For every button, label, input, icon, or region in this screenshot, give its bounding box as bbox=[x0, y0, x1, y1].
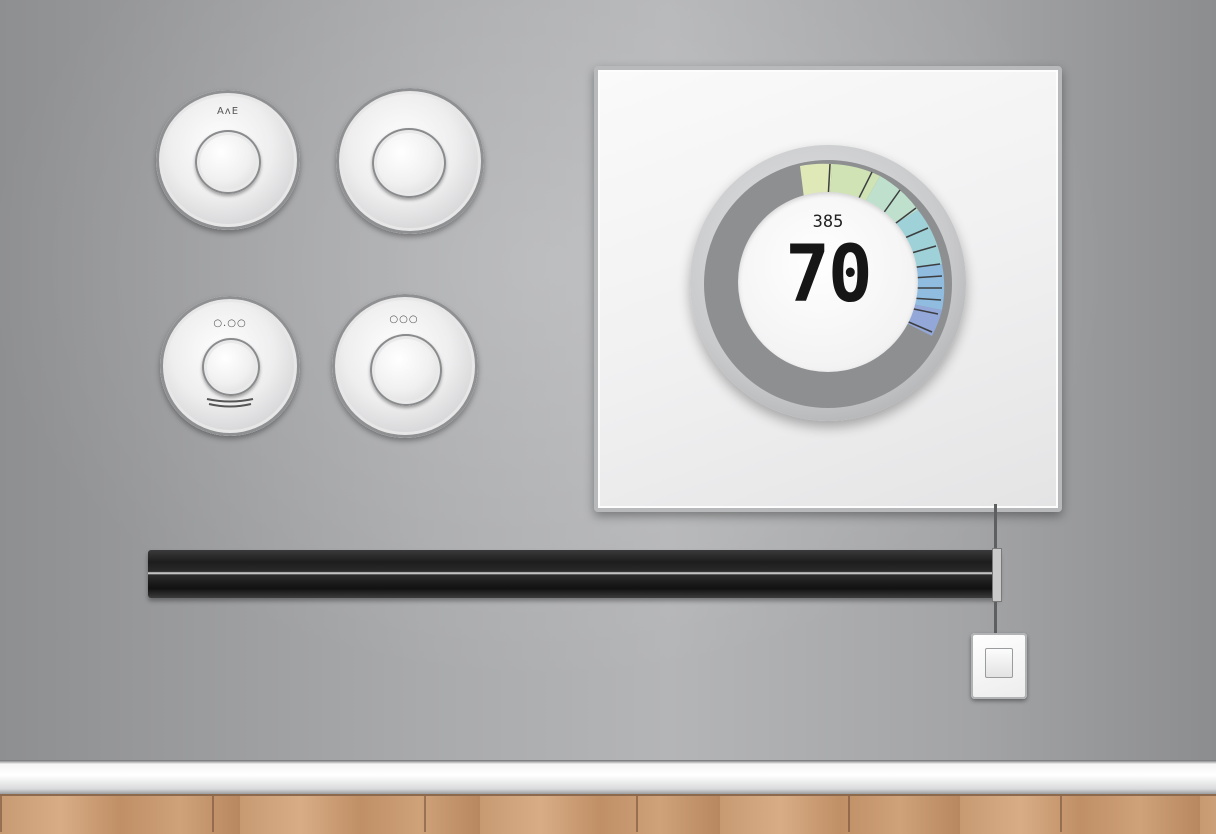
heating-pipe bbox=[148, 550, 1000, 598]
knob-top-left-button[interactable] bbox=[195, 130, 261, 194]
floor-seams bbox=[0, 796, 1216, 832]
knob-bottom-right-button[interactable] bbox=[370, 334, 442, 406]
knob-top-left-label: AʌE bbox=[216, 106, 240, 117]
baseboard bbox=[0, 760, 1216, 794]
knob-bottom-right-label: ○○○ bbox=[389, 314, 419, 325]
wall-switch-button[interactable] bbox=[985, 648, 1013, 678]
knob-top-right-button[interactable] bbox=[372, 128, 446, 198]
lines-icon bbox=[206, 398, 254, 408]
knob-bottom-left-label: ○.○○ bbox=[213, 318, 247, 329]
thermostat-temperature-readout: 70 bbox=[785, 230, 872, 320]
thermostat-small-readout: 385 bbox=[812, 212, 844, 232]
pipe-end-cap bbox=[992, 548, 1002, 602]
knob-bottom-left-button[interactable] bbox=[202, 338, 260, 396]
